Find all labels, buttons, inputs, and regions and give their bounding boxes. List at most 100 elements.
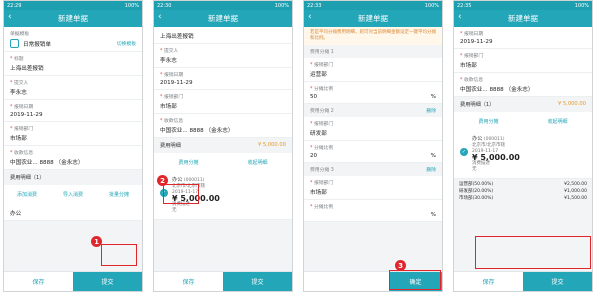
save-button[interactable]: 保存 [454, 272, 523, 291]
split-group-title: 费用分摊 2 [310, 109, 334, 114]
status-time: 22:35 [457, 2, 472, 9]
account-field[interactable]: 中国农业... 8888 （金永志） [10, 158, 136, 166]
details-label: 费用明细（1） [10, 175, 45, 181]
collapse-details-button[interactable]: 收起明细 [541, 116, 573, 127]
details-label: 费用明细（1） [460, 102, 495, 108]
expense-card[interactable]: ✓ 办公 (000011) 北京市/北京市辖 2019-11-17 ¥ 5,00… [454, 131, 592, 179]
item-title: 办公 [472, 136, 483, 142]
status-time: 22:33 [307, 2, 322, 9]
item-code: (000011) [183, 178, 205, 183]
split-ratio-input[interactable]: 20 [310, 153, 317, 159]
dept-label: 报销部门 [163, 95, 184, 100]
check-icon[interactable]: ✓ [460, 148, 468, 156]
step-badge-1: 1 [91, 236, 102, 247]
date-label: 报销日期 [13, 105, 34, 110]
submit-button[interactable]: 提交 [223, 272, 292, 291]
allocation-amount: ¥1,500.00 [564, 196, 587, 201]
details-amount: ¥ 5,000.00 [557, 101, 586, 107]
date-label: 报销日期 [163, 73, 184, 78]
phone-screen-2: 22:30 100% ‹ 新建单据 上海出差报销 * 提交人 李永志 * 报销日期 20… [153, 0, 293, 292]
account-field[interactable]: 中国农业... 8888 （金永志） [160, 126, 286, 134]
add-expense-button[interactable]: 添加消费 [11, 189, 43, 200]
split-dept-label: 报销部门 [313, 63, 334, 68]
allocation-name: 研发部(20.00%) [459, 189, 494, 194]
percent-sign: % [430, 212, 436, 218]
switch-template-link[interactable]: 切换模板 [117, 40, 136, 47]
details-amount: ¥ 5,000.00 [257, 142, 286, 148]
item-title: 办公 [172, 177, 183, 183]
item-note-value: 无 [172, 208, 177, 213]
submit-button[interactable]: 提交 [73, 272, 142, 291]
collapse-details-button[interactable]: 收起明细 [241, 157, 273, 168]
nav-bar: ‹ 新建单据 [454, 10, 592, 27]
back-icon[interactable]: ‹ [458, 12, 462, 22]
item-note-value: 无 [472, 167, 477, 172]
title-field[interactable]: 上海出差报销 [10, 64, 136, 72]
status-bar: 22:29 100% [4, 1, 142, 10]
back-icon[interactable]: ‹ [8, 12, 12, 22]
highlight-box [101, 244, 137, 266]
status-time: 22:29 [7, 2, 22, 9]
person-field[interactable]: 李永志 [10, 88, 136, 96]
page-title: 新建单据 [208, 14, 238, 23]
page-title: 新建单据 [358, 14, 388, 23]
submit-button[interactable]: 提交 [523, 272, 592, 291]
expense-split-button[interactable]: 费用分摊 [472, 116, 504, 127]
expense-split-button[interactable]: 费用分摊 [172, 157, 204, 168]
split-dept-field[interactable]: 研发部 [310, 129, 436, 137]
batch-split-button[interactable]: 批量分摊 [103, 189, 135, 200]
highlight-box [163, 184, 199, 204]
status-bar: 22:30 100% [154, 1, 292, 10]
account-label: 收款信息 [163, 119, 184, 124]
details-label: 费用明细 [160, 143, 181, 149]
document-icon [10, 39, 19, 48]
highlight-box [389, 270, 441, 290]
allocation-name: 市场部(30.00%) [459, 196, 494, 201]
account-field[interactable]: 中国农业... 8888 （金永志） [460, 85, 586, 93]
dept-field[interactable]: 市场部 [160, 102, 286, 110]
nav-bar: ‹ 新建单据 [4, 10, 142, 27]
split-dept-field[interactable]: 市场部 [310, 188, 436, 196]
back-icon[interactable]: ‹ [308, 12, 312, 22]
page-title: 新建单据 [58, 14, 88, 23]
split-dept-label: 报销部门 [313, 122, 334, 127]
split-dept-field[interactable]: 运营部 [310, 70, 436, 78]
save-button[interactable]: 保存 [4, 272, 73, 291]
battery-level: 100% [574, 2, 589, 9]
delete-split-button[interactable]: 删除 [426, 166, 436, 173]
split-ratio-input[interactable]: 50 [310, 94, 317, 100]
status-bar: 22:35 100% [454, 1, 592, 10]
nav-bar: ‹ 新建单据 [304, 10, 442, 27]
date-field[interactable]: 2019-11-29 [460, 39, 586, 45]
status-bar: 22:33 100% [304, 1, 442, 10]
back-icon[interactable]: ‹ [158, 12, 162, 22]
person-label: 提交人 [163, 49, 179, 54]
step-badge-2: 2 [157, 175, 168, 186]
dept-field[interactable]: 市场部 [460, 61, 586, 69]
person-field[interactable]: 李永志 [160, 56, 286, 64]
split-ratio-label: 分摊比例 [313, 87, 334, 92]
import-expense-button[interactable]: 导入消费 [57, 189, 89, 200]
page-title: 新建单据 [508, 14, 538, 23]
split-dept-label: 报销部门 [313, 181, 334, 186]
dept-field[interactable]: 市场部 [10, 134, 136, 142]
item-code: (000011) [483, 137, 505, 142]
date-field[interactable]: 2019-11-29 [10, 112, 136, 118]
person-label: 提交人 [13, 81, 29, 86]
title-field[interactable]: 上海出差报销 [160, 32, 286, 40]
delete-split-button[interactable]: 删除 [426, 107, 436, 114]
phone-screen-3: 22:33 100% ‹ 新建单据 若是平均分摊费用明细，则可对当前明细金额设定一键… [303, 0, 443, 292]
date-field[interactable]: 2019-11-29 [160, 80, 286, 86]
battery-level: 100% [424, 2, 439, 9]
allocation-list: 运营部(50.00%) ¥2,500.00 研发部(20.00%) ¥1,000.0… [454, 179, 592, 204]
battery-level: 100% [124, 2, 139, 9]
dept-label: 报销部门 [463, 54, 484, 59]
expense-item-preview[interactable]: 办公 [10, 209, 136, 217]
allocation-amount: ¥2,500.00 [564, 182, 587, 187]
split-ratio-label: 分摊比例 [313, 146, 334, 151]
save-button[interactable]: 保存 [154, 272, 223, 291]
title-label: 标题 [13, 57, 24, 62]
template-label: 单据模板 [10, 32, 30, 37]
template-row[interactable]: 单据模板 日常报销单 切换模板 [4, 27, 142, 52]
account-label: 收款信息 [463, 78, 484, 83]
